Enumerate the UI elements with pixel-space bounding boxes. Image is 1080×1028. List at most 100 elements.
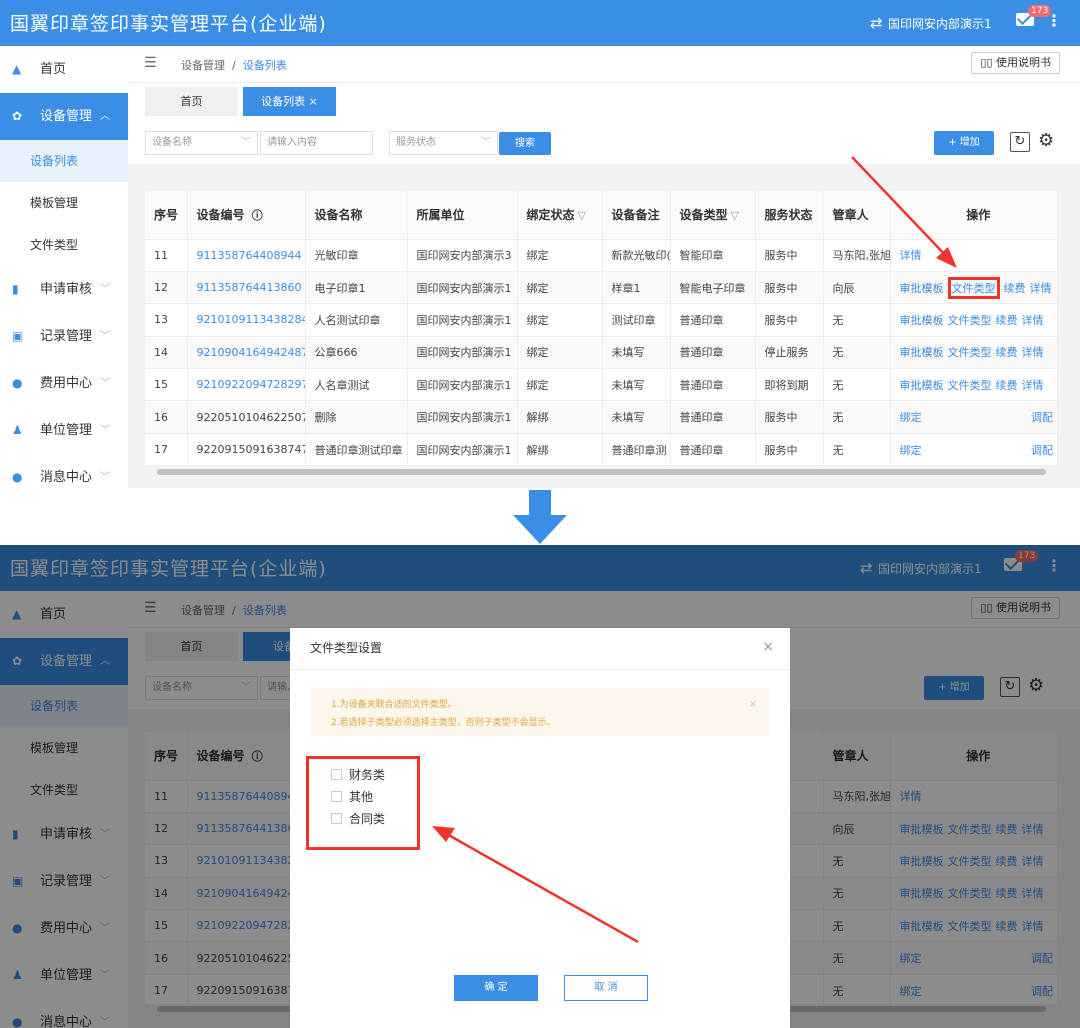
cell-remark: 未填写: [602, 336, 671, 370]
settings-gear-icon[interactable]: ⚙: [1038, 130, 1054, 151]
sidebar-item-label: 申请审核: [40, 282, 93, 297]
file-type-link[interactable]: 文件类型: [948, 377, 992, 393]
cell-unit: 国印网安内部演示3: [407, 239, 518, 272]
sidebar-item-apply-review[interactable]: ▮ 申请审核 ﹀: [0, 266, 128, 313]
chevron-down-icon: ﹀: [100, 472, 110, 483]
users-icon: ♟: [12, 423, 23, 437]
table-row: 17 9220915091638747 普通印章测试印章 国印网安内部演示1 解绑 普通印…: [145, 433, 1058, 467]
detail-link[interactable]: 详情: [1030, 280, 1052, 296]
tab-label: 设备列表: [261, 95, 306, 108]
cell-ops: 审批模板 文件类型 续费 详情: [890, 368, 1058, 402]
sidebar-subitem-device-list[interactable]: 设备列表: [0, 140, 128, 182]
more-vertical-icon[interactable]: ⋮: [1046, 11, 1062, 30]
cell-keeper: 无: [823, 336, 891, 370]
info-icon[interactable]: ⓘ: [252, 209, 263, 222]
sidebar-subitem-file-type[interactable]: 文件类型: [0, 224, 128, 266]
sidebar-item-messages[interactable]: ● 消息中心 ﹀: [0, 454, 128, 488]
cell-ops: 审批模板 文件类型 续费 详情: [890, 303, 1058, 337]
tab-device-list[interactable]: 设备列表 ×: [243, 87, 336, 116]
add-button[interactable]: + 增加: [934, 131, 994, 155]
detail-link[interactable]: 详情: [1022, 344, 1044, 360]
search-input[interactable]: 请输入内容: [260, 131, 373, 155]
cell-no: 11: [145, 239, 188, 272]
sidebar-item-label: 单位管理: [40, 423, 93, 438]
cell-name: 普通印章测试印章: [305, 433, 408, 467]
approve-template-link[interactable]: 审批模板: [900, 280, 944, 296]
manual-button[interactable]: ▯▯ 使用说明书: [971, 52, 1060, 74]
filter-icon[interactable]: ▽: [731, 209, 739, 222]
table-row: 12 911358764413860 电子印章1 国印网安内部演示1 绑定 样章1 智能电子…: [145, 271, 1058, 305]
close-icon[interactable]: ×: [309, 95, 318, 108]
org-switch[interactable]: ⇄ 国印网安内部演示1: [870, 14, 992, 32]
sidebar-item-unit-mgmt[interactable]: ♟ 单位管理 ﹀: [0, 407, 128, 454]
sidebar-item-home[interactable]: ▲ 首页: [0, 46, 128, 93]
select-value: 设备名称: [152, 137, 192, 148]
renew-link[interactable]: 续费: [996, 377, 1018, 393]
cell-status: 停止服务: [755, 336, 824, 370]
approve-template-link[interactable]: 审批模板: [900, 344, 944, 360]
device-name-select[interactable]: 设备名称 ﹀: [145, 131, 258, 155]
search-button[interactable]: 搜索: [499, 132, 551, 155]
table-header-row: 序号 设备编号 ⓘ 设备名称 所属单位 绑定状态 ▽ 设备备注 设备类型 ▽ 服务状…: [145, 191, 1058, 240]
bind-link[interactable]: 绑定: [900, 409, 922, 425]
chevron-up-icon: ︿: [100, 111, 110, 122]
renew-link[interactable]: 续费: [1004, 280, 1026, 296]
sidebar-item-records[interactable]: ▣ 记录管理 ﹀: [0, 313, 128, 360]
col-header-label: 设备编号: [196, 208, 245, 223]
cell-ops: 审批模板 文件类型 续费 详情: [890, 336, 1058, 370]
cell-name: 人名测试印章: [305, 303, 408, 337]
file-type-dialog: 文件类型设置 × 1.为设备关联合适的文件类型。 2.若选择子类型必须选择主类型…: [290, 628, 790, 1028]
menu-toggle-icon[interactable]: ☰: [144, 55, 157, 71]
approve-template-link[interactable]: 审批模板: [900, 377, 944, 393]
file-type-link[interactable]: 文件类型: [948, 312, 992, 328]
bind-link[interactable]: 绑定: [900, 442, 922, 458]
cell-ops: 审批模板 文件类型 续费 详情: [890, 271, 1058, 305]
detail-link[interactable]: 详情: [1022, 377, 1044, 393]
renew-link[interactable]: 续费: [996, 312, 1018, 328]
sidebar-item-billing[interactable]: ● 费用中心 ﹀: [0, 360, 128, 407]
approve-template-link[interactable]: 审批模板: [900, 312, 944, 328]
sidebar-item-device-mgmt[interactable]: ✿ 设备管理 ︿: [0, 93, 128, 140]
tab-home[interactable]: 首页: [145, 87, 238, 116]
sidebar-item-label: 设备管理: [40, 109, 93, 124]
file-type-link[interactable]: 文件类型: [948, 344, 992, 360]
confirm-button[interactable]: 确 定: [454, 975, 538, 1001]
highlight-box: [306, 756, 420, 850]
cell-code[interactable]: 9210922094728297: [187, 368, 306, 402]
cell-code[interactable]: 9210109113438284: [187, 303, 306, 337]
status-select[interactable]: 服务状态 ﹀: [389, 131, 498, 155]
cell-status: 服务中: [755, 303, 824, 337]
cell-unit: 国印网安内部演示1: [407, 303, 518, 337]
cell-code[interactable]: 911358764413860: [187, 271, 306, 305]
cell-keeper: 无: [823, 433, 891, 467]
cell-code[interactable]: 9210904164942487: [187, 336, 306, 370]
cell-code[interactable]: 911358764408944: [187, 239, 306, 272]
chevron-down-icon: ﹀: [100, 331, 110, 342]
scrollbar-thumb[interactable]: [157, 469, 1046, 475]
cell-status: 服务中: [755, 433, 824, 467]
deploy-link[interactable]: 调配: [1031, 442, 1053, 458]
down-arrow-icon: [513, 490, 567, 544]
deploy-link[interactable]: 调配: [1031, 409, 1053, 425]
close-icon[interactable]: ×: [749, 696, 757, 714]
col-header-code: 设备编号 ⓘ: [187, 191, 306, 240]
cell-name: 光敏印章: [305, 239, 408, 272]
cell-unit: 国印网安内部演示1: [407, 336, 518, 370]
detail-link[interactable]: 详情: [900, 247, 922, 263]
close-icon[interactable]: ×: [762, 639, 774, 655]
col-header-unit: 所属单位: [407, 191, 518, 240]
cell-bind: 解绑: [517, 400, 603, 434]
file-type-link-highlighted[interactable]: 文件类型: [947, 276, 1000, 299]
chat-icon: ●: [12, 470, 23, 484]
filter-icon[interactable]: ▽: [578, 209, 586, 222]
breadcrumb-parent[interactable]: 设备管理: [181, 59, 225, 72]
renew-link[interactable]: 续费: [996, 344, 1018, 360]
sidebar-subitem-template-mgmt[interactable]: 模板管理: [0, 182, 128, 224]
detail-link[interactable]: 详情: [1022, 312, 1044, 328]
horizontal-scrollbar[interactable]: [145, 467, 1058, 477]
cancel-button[interactable]: 取 消: [564, 975, 648, 1001]
col-header-keeper: 管章人: [823, 191, 891, 240]
refresh-icon[interactable]: ↻: [1010, 132, 1030, 152]
book-icon: ▯▯: [980, 56, 993, 69]
col-header-label: 绑定状态: [526, 208, 575, 223]
